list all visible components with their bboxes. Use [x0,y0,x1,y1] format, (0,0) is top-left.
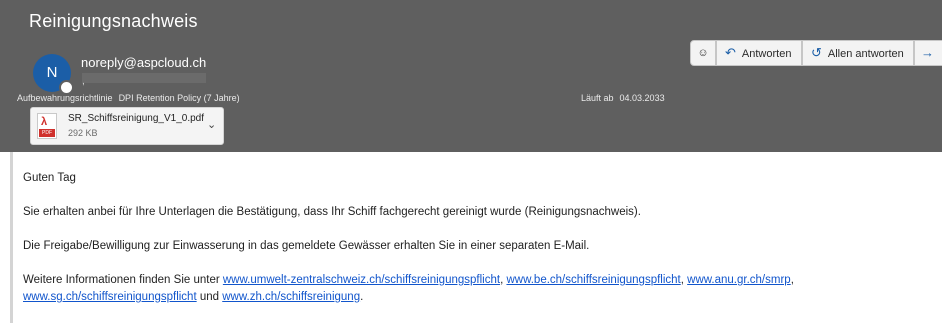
link-zh[interactable]: www.zh.ch/schiffsreinigung [222,291,360,303]
chevron-down-icon[interactable]: ⌄ [207,118,216,131]
pdf-tag: PDF [39,129,55,137]
retention-label: Aufbewahrungsrichtlinie [17,93,113,103]
arrow-right-icon: → [921,45,934,60]
retention-value: DPI Retention Policy (7 Jahre) [118,93,240,103]
message-body-border [10,152,13,323]
link-sg[interactable]: www.sg.ch/schiffsreinigungspflicht [23,291,197,303]
reply-label: Antworten [741,48,792,60]
retention-expiry: Läuft ab 04.03.2033 [581,93,665,103]
body-greeting: Guten Tag [23,172,76,184]
pdf-file-icon: λ PDF [37,113,57,139]
sender-address[interactable]: noreply@aspcloud.ch [81,55,206,70]
recipient-line: , [82,76,85,87]
body-line-info: Weitere Informationen finden Sie unter w… [23,274,794,286]
info-prefix: Weitere Informationen finden Sie unter [23,274,223,286]
link-anu-gr[interactable]: www.anu.gr.ch/smrp [687,274,791,286]
email-subject: Reinigungsnachweis [29,11,198,31]
attachment-name: SR_Schiffsreinigung_V1_0.pdf [68,113,205,124]
expiry-label: Läuft ab [581,93,614,103]
reply-all-button[interactable]: ↺ Allen antworten [802,40,914,66]
smiley-icon: ☺ [697,47,709,59]
body-line-release: Die Freigabe/Bewilligung zur Einwasserun… [23,240,590,252]
separator: , [790,274,794,286]
redacted-recipient-bar [82,73,206,83]
link-be[interactable]: www.be.ch/schiffsreinigungspflicht [506,274,680,286]
retention-policy: Aufbewahrungsrichtlinie DPI Retention Pol… [17,93,240,103]
emoji-reaction-button[interactable]: ☺ [690,40,716,66]
reply-all-label: Allen antworten [827,48,904,60]
attachment-card[interactable]: λ PDF SR_Schiffsreinigung_V1_0.pdf 292 K… [30,107,224,145]
reply-all-arrow-icon: ↺ [811,45,822,60]
separator: und [196,291,223,303]
link-umwelt-zentralschweiz[interactable]: www.umwelt-zentralschweiz.ch/schiffsrein… [223,274,500,286]
reply-arrow-icon: ↶ [725,45,736,60]
end-period: . [360,291,364,303]
expiry-value: 04.03.2033 [619,93,665,103]
body-line-confirmation: Sie erhalten anbei für Ihre Unterlagen d… [23,206,641,218]
attachment-size: 292 KB [68,128,98,138]
body-line-info-cont: www.sg.ch/schiffsreinigungspflicht und w… [23,291,363,303]
acrobat-glyph-icon: λ [41,116,48,128]
forward-button[interactable]: → [914,40,942,66]
reply-button[interactable]: ↶ Antworten [716,40,802,66]
message-header: Reinigungsnachweis N noreply@aspcloud.ch… [0,0,942,152]
